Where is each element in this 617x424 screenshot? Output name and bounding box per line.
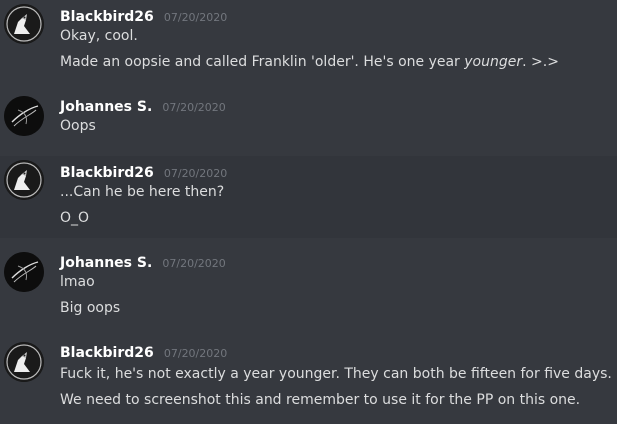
message-text: We need to screenshot this and remember … bbox=[60, 392, 581, 408]
chat-messages: Blackbird26 07/20/2020 Okay, cool. Made … bbox=[0, 0, 617, 424]
message-group: Johannes S. 07/20/2020 Oops bbox=[0, 86, 617, 148]
timestamp: 07/20/2020 bbox=[163, 11, 228, 24]
message-header: Johannes S. 07/20/2020 bbox=[60, 96, 226, 116]
username[interactable]: Blackbird26 bbox=[60, 165, 154, 181]
message-group: Blackbird26 07/20/2020 Okay, cool. Made … bbox=[0, 0, 617, 86]
emphasized-text: younger bbox=[464, 54, 523, 70]
message-text: Big oops bbox=[60, 300, 121, 316]
username[interactable]: Blackbird26 bbox=[60, 345, 154, 361]
message-text: ...Can he be here then? bbox=[60, 184, 225, 200]
avatar[interactable] bbox=[4, 342, 44, 382]
johannes-avatar-icon bbox=[4, 96, 44, 136]
avatar[interactable] bbox=[4, 96, 44, 136]
johannes-avatar-icon bbox=[4, 252, 44, 292]
timestamp: 07/20/2020 bbox=[162, 257, 226, 270]
timestamp: 07/20/2020 bbox=[162, 101, 226, 114]
username[interactable]: Blackbird26 bbox=[60, 9, 154, 25]
avatar[interactable] bbox=[4, 252, 44, 292]
message-text: Fuck it, he's not exactly a year younger… bbox=[60, 366, 612, 382]
message-header: Johannes S. 07/20/2020 bbox=[60, 252, 226, 272]
message-text: lmao bbox=[60, 274, 95, 290]
message-group: Johannes S. 07/20/2020 lmao Big oops bbox=[0, 246, 617, 330]
timestamp: 07/20/2020 bbox=[163, 347, 228, 360]
message-text: Okay, cool. bbox=[60, 28, 138, 44]
username[interactable]: Johannes S. bbox=[60, 99, 152, 115]
blackbird-avatar-icon bbox=[4, 4, 44, 44]
message-group: Blackbird26 07/20/2020 Fuck it, he's not… bbox=[0, 336, 617, 424]
username[interactable]: Johannes S. bbox=[60, 255, 152, 271]
message-text-part: Made an oopsie and called Franklin 'olde… bbox=[60, 54, 465, 70]
avatar[interactable] bbox=[4, 4, 44, 44]
message-text: Made an oopsie and called Franklin 'olde… bbox=[60, 52, 559, 72]
message-header: Blackbird26 07/20/2020 bbox=[60, 162, 227, 182]
blackbird-avatar-icon bbox=[4, 160, 44, 200]
message-group: Blackbird26 07/20/2020 ...Can he be here… bbox=[0, 156, 617, 238]
avatar[interactable] bbox=[4, 160, 44, 200]
message-header: Blackbird26 07/20/2020 bbox=[60, 342, 227, 362]
message-text: O_O bbox=[60, 210, 90, 226]
message-text-part: . >.> bbox=[522, 54, 559, 70]
blackbird-avatar-icon bbox=[4, 342, 44, 382]
message-header: Blackbird26 07/20/2020 bbox=[60, 6, 227, 26]
timestamp: 07/20/2020 bbox=[163, 167, 228, 180]
message-text: Oops bbox=[60, 118, 96, 134]
